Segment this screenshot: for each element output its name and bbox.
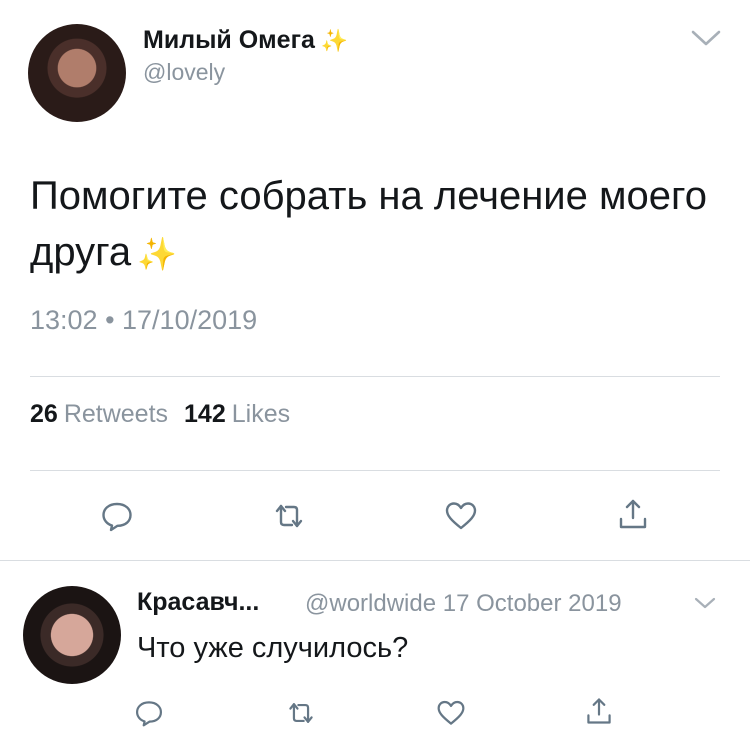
- retweets-stat[interactable]: 26 Retweets: [30, 400, 184, 428]
- tweet-text-body: Помогите собрать на лечение моего друга: [30, 174, 707, 274]
- likes-count: 142: [184, 400, 226, 428]
- reply-icon[interactable]: [100, 499, 134, 533]
- chevron-down-icon[interactable]: [694, 596, 716, 610]
- avatar[interactable]: [23, 586, 121, 684]
- likes-label: Likes: [231, 400, 291, 428]
- sparkles-icon: ✨: [320, 28, 349, 53]
- reply-icon[interactable]: [134, 698, 164, 728]
- tweet-stats: 26 Retweets 142 Likes: [30, 400, 306, 429]
- retweet-icon[interactable]: [286, 698, 316, 728]
- divider: [30, 376, 720, 377]
- share-icon[interactable]: [584, 696, 614, 726]
- reply-text: Что уже случилось?: [137, 632, 409, 664]
- tweet-text: Помогите собрать на лечение моего друга ✨: [30, 168, 720, 282]
- retweets-count: 26: [30, 400, 58, 428]
- likes-stat[interactable]: 142 Likes: [184, 400, 306, 428]
- share-icon[interactable]: [616, 497, 650, 531]
- chevron-down-icon[interactable]: [690, 28, 722, 48]
- divider: [0, 560, 750, 561]
- retweets-label: Retweets: [63, 400, 169, 428]
- tweet-timestamp: 13:02 • 17/10/2019: [30, 305, 258, 335]
- display-name-text: Милый Омега: [143, 26, 315, 54]
- divider: [30, 470, 720, 471]
- sparkles-icon: ✨: [137, 236, 177, 272]
- avatar[interactable]: [28, 24, 126, 122]
- heart-icon[interactable]: [436, 698, 466, 728]
- handle-and-date[interactable]: @worldwide 17 October 2019: [305, 590, 622, 618]
- username-handle[interactable]: @lovely: [143, 59, 225, 86]
- heart-icon[interactable]: [444, 499, 478, 533]
- display-name[interactable]: Милый Омега ✨: [143, 26, 348, 55]
- display-name[interactable]: Красавч...: [137, 588, 259, 617]
- retweet-icon[interactable]: [272, 499, 306, 533]
